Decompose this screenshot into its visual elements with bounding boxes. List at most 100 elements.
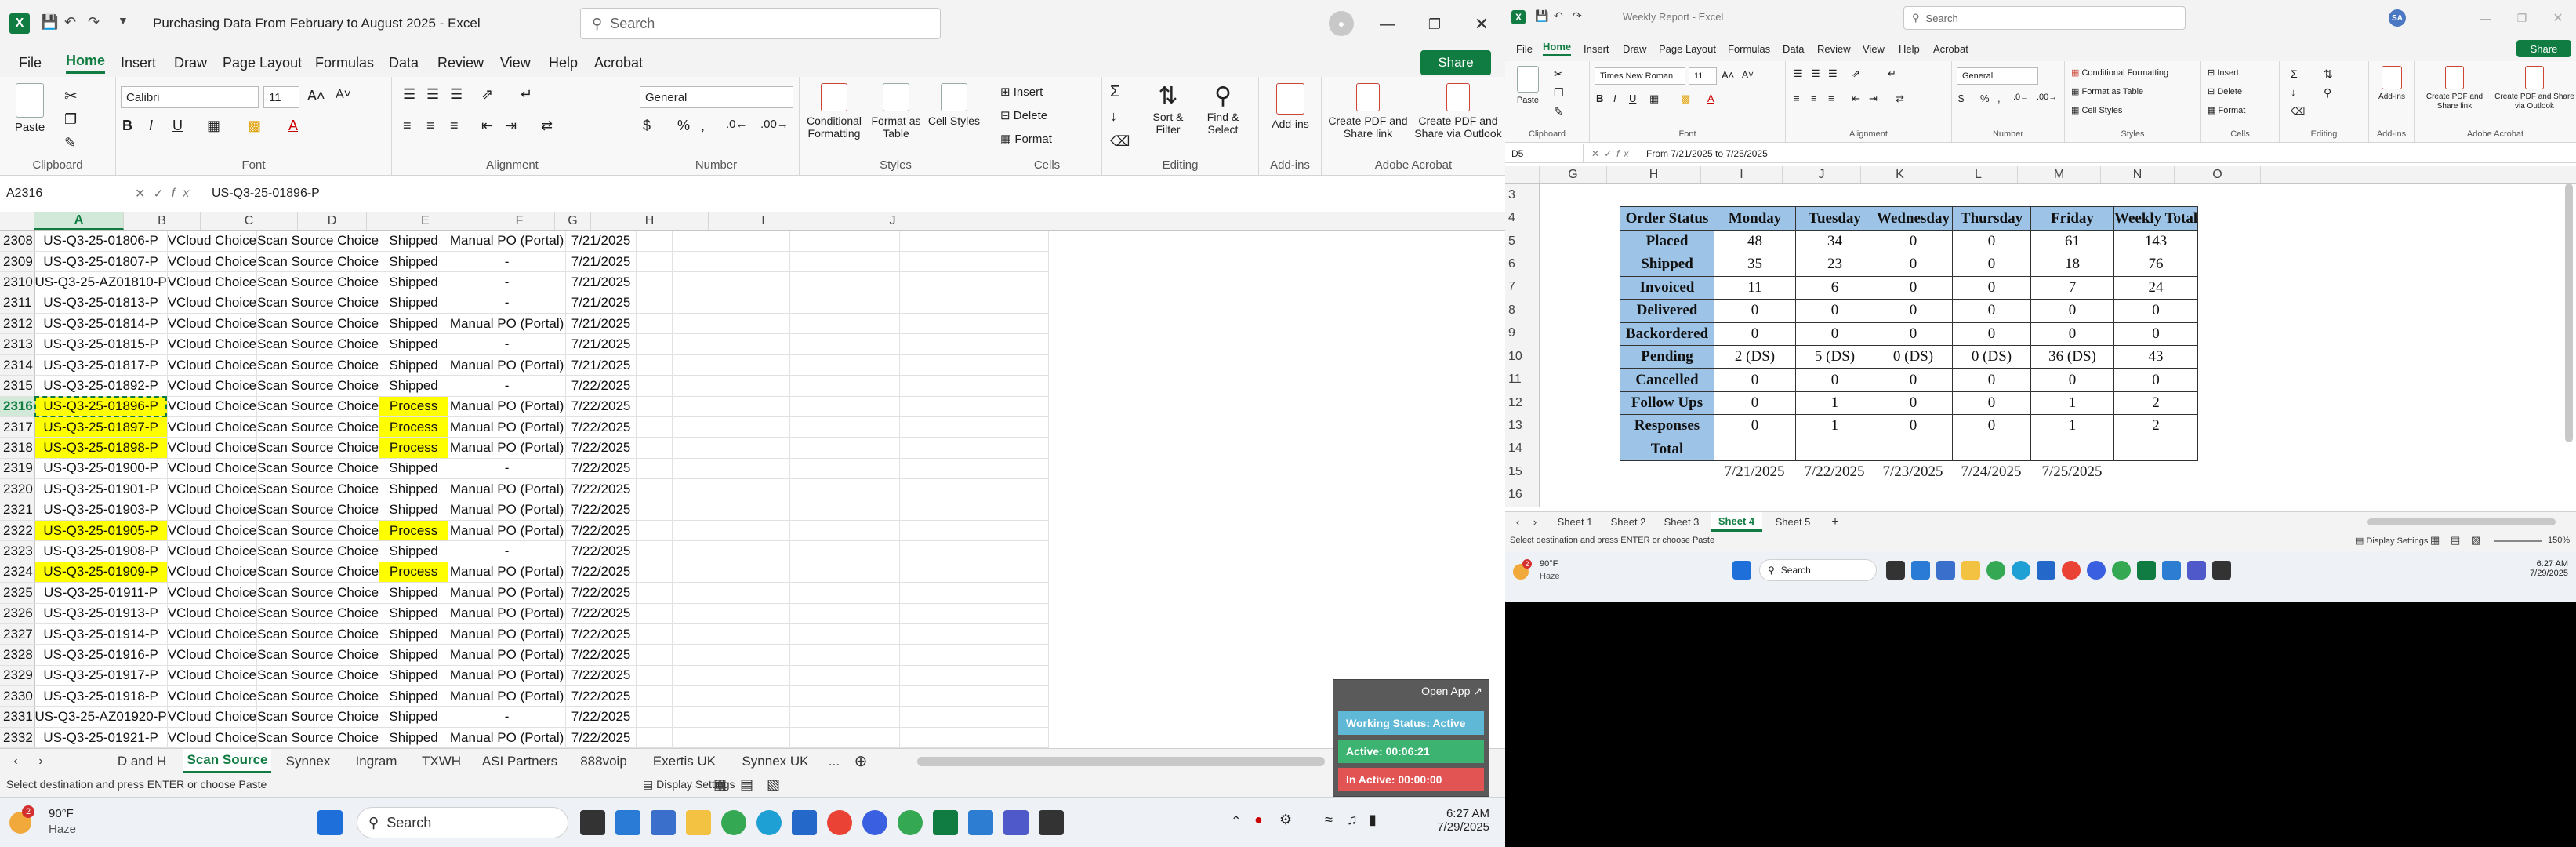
cell-empty[interactable] <box>789 251 901 273</box>
cell-source[interactable]: Scan Source Choice <box>256 623 380 645</box>
row-number[interactable]: 2311 <box>0 293 35 314</box>
cell-empty[interactable] <box>672 685 791 707</box>
cell-po-number[interactable]: US-Q3-25-01916-P <box>34 644 168 666</box>
cell-empty[interactable] <box>789 665 901 687</box>
cell-empty[interactable] <box>672 458 791 480</box>
row-number[interactable]: 2325 <box>0 582 35 604</box>
order-count-cell[interactable]: 0 <box>2030 368 2114 392</box>
right-fill-color-icon[interactable]: ▩ <box>1681 93 1690 105</box>
cell-order-type[interactable]: - <box>448 293 567 314</box>
right-italic-icon[interactable]: I <box>1613 93 1616 104</box>
right-menu-page-layout[interactable]: Page Layout <box>1659 43 1716 55</box>
order-count-cell[interactable]: 2 <box>2113 414 2199 438</box>
cell-empty[interactable] <box>636 665 673 687</box>
cell-order-type[interactable]: Manual PO (Portal) <box>448 396 567 418</box>
edge-icon[interactable] <box>615 810 640 835</box>
right-menu-data[interactable]: Data <box>1783 43 1804 55</box>
format-as-table-button[interactable]: Format as Table <box>869 83 923 140</box>
conditional-formatting-button[interactable]: Conditional Formatting <box>803 83 865 140</box>
cell-date[interactable]: 7/21/2025 <box>565 354 637 376</box>
cell-empty[interactable] <box>636 313 673 335</box>
cell-po-number[interactable]: US-Q3-25-01814-P <box>34 313 168 335</box>
right-row-number[interactable]: 14 <box>1508 438 1522 460</box>
add-sheet-icon[interactable]: ⊕ <box>847 749 875 773</box>
cell-po-number[interactable]: US-Q3-25-01897-P <box>34 416 168 438</box>
cell-status[interactable]: Shipped <box>379 706 449 728</box>
cell-customer[interactable]: VCloud Choice <box>167 644 258 666</box>
sort-filter-button[interactable]: ⇅ Sort & Filter <box>1143 83 1193 136</box>
right-share-button[interactable]: Share <box>2516 40 2571 57</box>
order-count-cell[interactable]: 0 <box>1795 299 1874 323</box>
cell-source[interactable]: Scan Source Choice <box>256 251 380 273</box>
font-size-select[interactable]: 11 <box>263 86 299 108</box>
cell-order-type[interactable]: - <box>448 458 567 480</box>
menu-page-layout[interactable]: Page Layout <box>223 55 302 71</box>
tray-app-icon[interactable]: ● <box>1254 812 1263 828</box>
week-date-label[interactable]: 7/22/2025 <box>1795 460 1874 483</box>
cell-customer[interactable]: VCloud Choice <box>167 540 258 562</box>
right-search-box[interactable]: ⚲ Search <box>1903 6 2186 30</box>
cell-empty[interactable] <box>672 623 791 645</box>
row-number[interactable]: 2308 <box>0 231 35 252</box>
order-count-cell[interactable]: 76 <box>2113 253 2199 277</box>
cell-empty[interactable] <box>672 478 791 500</box>
tab-exertis-uk[interactable]: Exertis UK <box>643 749 726 773</box>
accounting-icon[interactable]: $ <box>643 118 651 134</box>
align-left-icon[interactable]: ≡ <box>403 118 412 134</box>
right-file-explorer-icon[interactable] <box>1961 561 1980 580</box>
cell-empty[interactable] <box>899 416 1050 438</box>
cell-empty[interactable] <box>899 727 1050 748</box>
right-normal-view-icon[interactable]: ▦ <box>2430 534 2440 547</box>
cell-source[interactable]: Scan Source Choice <box>256 562 380 583</box>
cell-order-type[interactable]: Manual PO (Portal) <box>448 727 567 748</box>
row-number[interactable]: 2317 <box>0 416 35 438</box>
cell-empty[interactable] <box>636 293 673 314</box>
right-menu-draw[interactable]: Draw <box>1623 43 1646 55</box>
right-cancel-icon[interactable]: ✕ <box>1591 148 1604 159</box>
cell-empty[interactable] <box>636 520 673 542</box>
right-column-header[interactable]: L <box>1939 166 2018 183</box>
cell-source[interactable]: Scan Source Choice <box>256 644 380 666</box>
order-status-label[interactable]: Invoiced <box>1620 275 1714 300</box>
menu-view[interactable]: View <box>500 55 531 71</box>
order-count-cell[interactable]: 1 <box>1795 391 1874 416</box>
order-count-cell[interactable]: 0 <box>2030 299 2114 323</box>
format-cells-button[interactable]: ▦ Format <box>1000 132 1052 146</box>
cell-customer[interactable]: VCloud Choice <box>167 354 258 376</box>
right-insert-cells-button[interactable]: ⊞ Insert <box>2208 67 2239 78</box>
cell-empty[interactable] <box>899 396 1050 418</box>
right-row-number[interactable]: 4 <box>1508 206 1515 229</box>
cell-customer[interactable]: VCloud Choice <box>167 231 258 252</box>
right-taskbar-search[interactable]: ⚲ Search <box>1759 559 1877 581</box>
underline-icon[interactable]: U <box>172 118 183 134</box>
right-column-header[interactable]: K <box>1861 166 1939 183</box>
order-count-cell[interactable]: 0 <box>1874 299 1953 323</box>
cell-empty[interactable] <box>672 603 791 624</box>
menu-draw[interactable]: Draw <box>174 55 207 71</box>
order-count-cell[interactable]: 6 <box>1795 275 1874 300</box>
cell-source[interactable]: Scan Source Choice <box>256 520 380 542</box>
right-column-header[interactable]: H <box>1607 166 1701 183</box>
cell-status[interactable]: Shipped <box>379 603 449 624</box>
order-count-cell[interactable]: 0 <box>1874 275 1953 300</box>
right-taskbar-clock[interactable]: 6:27 AM 7/29/2025 <box>2485 559 2568 578</box>
cell-order-type[interactable]: Manual PO (Portal) <box>448 623 567 645</box>
order-status-label[interactable]: Cancelled <box>1620 368 1714 392</box>
chrome-icon[interactable] <box>721 810 746 835</box>
cell-source[interactable]: Scan Source Choice <box>256 354 380 376</box>
tab-scroll-left-icon[interactable]: ‹ <box>5 749 27 773</box>
cell-empty[interactable] <box>899 500 1050 521</box>
cell-empty[interactable] <box>672 375 791 397</box>
right-decrease-font-icon[interactable]: A˅ <box>1742 69 1754 80</box>
right-align-bottom-icon[interactable]: ☰ <box>1828 67 1838 80</box>
order-count-cell[interactable]: 2 (DS) <box>1714 344 1796 369</box>
cell-status[interactable]: Shipped <box>379 623 449 645</box>
cell-date[interactable]: 7/22/2025 <box>565 500 637 521</box>
cell-empty[interactable] <box>789 313 901 335</box>
cell-date[interactable]: 7/22/2025 <box>565 727 637 748</box>
cell-customer[interactable]: VCloud Choice <box>167 562 258 583</box>
bold-icon[interactable]: B <box>122 118 132 134</box>
menu-data[interactable]: Data <box>389 55 419 71</box>
start-icon[interactable] <box>317 810 343 835</box>
right-column-header[interactable]: N <box>2101 166 2175 183</box>
